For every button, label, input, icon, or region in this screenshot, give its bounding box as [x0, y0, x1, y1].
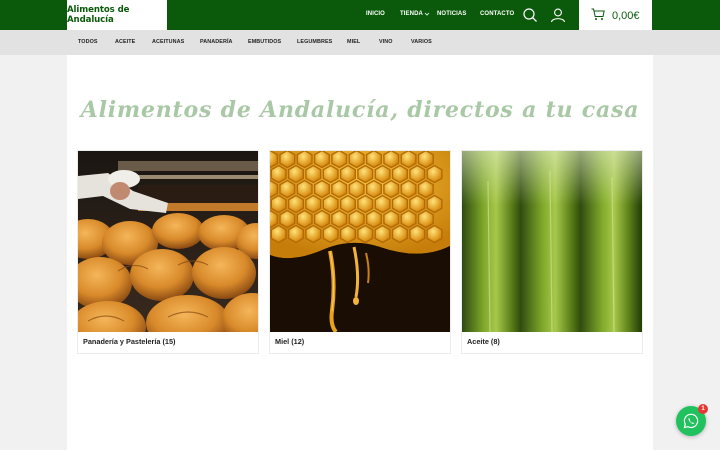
search-icon[interactable]	[522, 7, 538, 23]
hero-title: Alimentos de Andalucía, directos a tu ca…	[80, 97, 640, 123]
category-panaderia[interactable]: PANADERÍA	[200, 39, 233, 45]
nav-inicio[interactable]: INICIO	[366, 11, 385, 17]
category-varios[interactable]: VARIOS	[411, 39, 432, 45]
notification-badge: 1	[698, 404, 708, 414]
user-icon[interactable]	[550, 7, 566, 23]
category-bar: TODOS ACEITE ACEITUNAS PANADERÍA EMBUTID…	[0, 30, 720, 55]
card-title[interactable]: Panadería y Pastelería (15)	[83, 337, 175, 346]
whatsapp-icon	[683, 413, 699, 429]
category-aceitunas[interactable]: ACEITUNAS	[152, 39, 184, 45]
olive-oil-bottles-photo[interactable]	[462, 151, 642, 332]
cart-total: 0,00€	[612, 10, 640, 22]
category-legumbres[interactable]: LEGUMBRES	[297, 39, 332, 45]
category-card-aceite[interactable]: Aceite (8)	[461, 150, 643, 354]
card-title[interactable]: Miel (12)	[275, 337, 304, 346]
category-todos[interactable]: TODOS	[78, 39, 98, 45]
cart-button[interactable]: 0,00€	[579, 0, 652, 30]
honeycomb-photo[interactable]	[270, 151, 450, 332]
bread-photo[interactable]	[78, 151, 258, 332]
cart-icon	[591, 8, 605, 20]
nav-noticias[interactable]: NOTICIAS	[437, 11, 466, 17]
category-miel[interactable]: MIEL	[347, 39, 360, 45]
category-vino[interactable]: VINO	[379, 39, 393, 45]
card-title[interactable]: Aceite (8)	[467, 337, 500, 346]
category-aceite[interactable]: ACEITE	[115, 39, 135, 45]
main-content: Alimentos de Andalucía, directos a tu ca…	[67, 55, 653, 450]
logo-text: Alimentos de Andalucía	[67, 5, 130, 25]
chevron-down-icon[interactable]	[424, 11, 430, 17]
top-header: Alimentos de Andalucía INICIO TIENDA NOT…	[0, 0, 720, 30]
category-card-miel[interactable]: Miel (12)	[269, 150, 451, 354]
category-card-panaderia[interactable]: Panadería y Pastelería (15)	[77, 150, 259, 354]
site-logo[interactable]: Alimentos de Andalucía	[67, 0, 167, 30]
nav-tienda[interactable]: TIENDA	[400, 11, 423, 17]
nav-contacto[interactable]: CONTACTO	[480, 11, 514, 17]
category-embutidos[interactable]: EMBUTIDOS	[248, 39, 281, 45]
